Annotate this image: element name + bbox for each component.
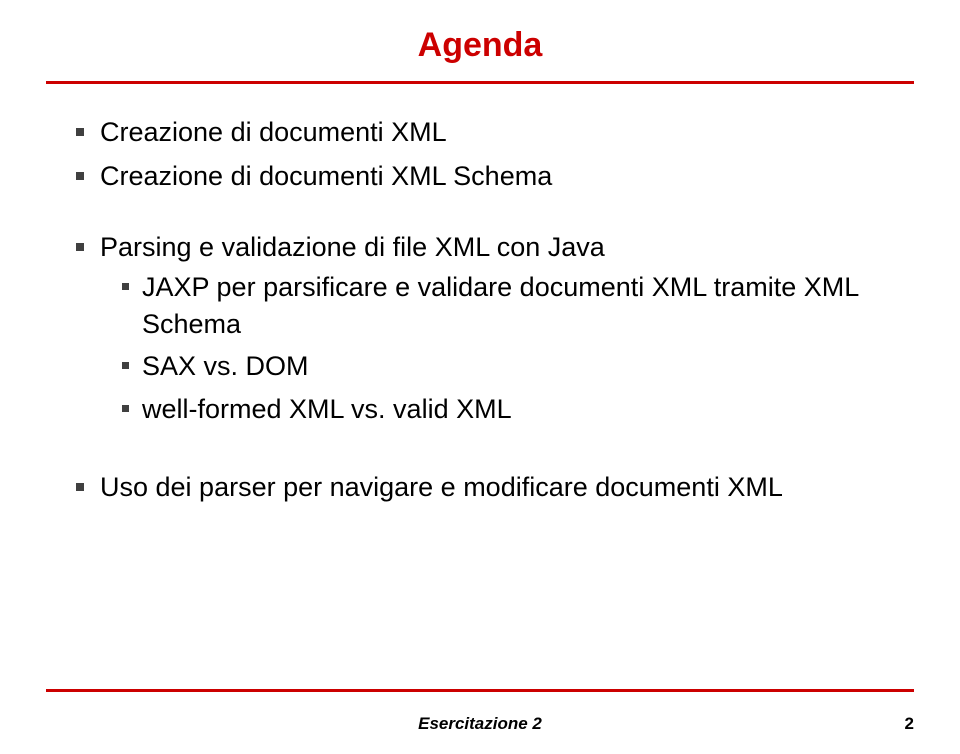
list-item: Creazione di documenti XML Schema: [64, 158, 890, 194]
bullet-text: JAXP per parsificare e validare document…: [142, 272, 858, 338]
list-item: Creazione di documenti XML: [64, 114, 890, 150]
bullet-text: Creazione di documenti XML Schema: [100, 161, 552, 191]
slide-title: Agenda: [0, 0, 960, 75]
bullet-text: Parsing e validazione di file XML con Ja…: [100, 232, 605, 262]
spacer: [64, 435, 890, 469]
page-number: 2: [905, 714, 914, 734]
list-item: SAX vs. DOM: [100, 348, 890, 384]
bullet-text: well-formed XML vs. valid XML: [142, 394, 512, 424]
list-item: Parsing e validazione di file XML con Ja…: [64, 229, 890, 427]
sub-bullet-list: JAXP per parsificare e validare document…: [100, 269, 890, 427]
bullet-text: Creazione di documenti XML: [100, 117, 447, 147]
bullet-list: Parsing e validazione di file XML con Ja…: [64, 229, 890, 427]
bullet-text: Uso dei parser per navigare e modificare…: [100, 472, 783, 502]
slide: Agenda Creazione di documenti XML Creazi…: [0, 0, 960, 754]
list-item: JAXP per parsificare e validare document…: [100, 269, 890, 342]
bullet-list: Uso dei parser per navigare e modificare…: [64, 469, 890, 505]
bullet-text: SAX vs. DOM: [142, 351, 309, 381]
content-area: Creazione di documenti XML Creazione di …: [0, 84, 960, 506]
list-item: Uso dei parser per navigare e modificare…: [64, 469, 890, 505]
footer-divider: [46, 689, 914, 692]
list-item: well-formed XML vs. valid XML: [100, 391, 890, 427]
bullet-list: Creazione di documenti XML Creazione di …: [64, 114, 890, 195]
spacer: [64, 203, 890, 229]
footer-label: Esercitazione 2: [0, 714, 960, 734]
